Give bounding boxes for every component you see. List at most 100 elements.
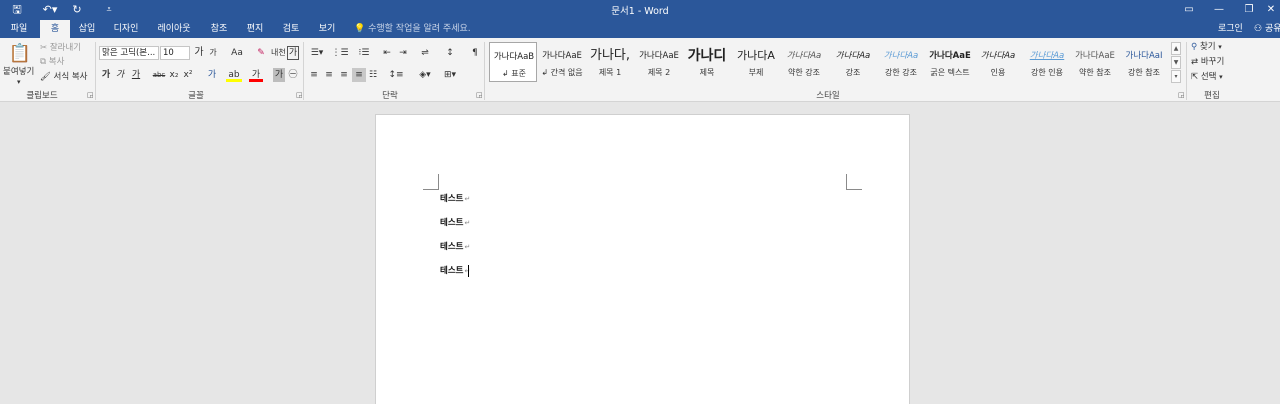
paragraph[interactable]: 테스트↵	[440, 240, 470, 252]
paragraph[interactable]: 테스트↵	[440, 264, 470, 276]
font-size-combo[interactable]: 10	[160, 46, 190, 60]
style-heading-2[interactable]: 가나다AaE 제목 2	[635, 42, 683, 82]
shading-icon[interactable]: ◈▾	[415, 68, 435, 82]
gallery-scroll-down-icon[interactable]: ▼	[1171, 56, 1181, 69]
show-formatting-marks-icon[interactable]: ¶	[469, 46, 481, 60]
enclose-characters-button[interactable]: ㊀	[287, 68, 299, 82]
align-right-icon[interactable]: ≡	[338, 68, 350, 82]
sort-icon[interactable]: ↕	[444, 46, 456, 60]
style-subtle-reference[interactable]: 가나다AaE 약한 참조	[1071, 42, 1119, 82]
phonetic-guide-button[interactable]: 내천	[271, 46, 286, 60]
increase-indent-icon[interactable]: ⇥	[397, 46, 409, 60]
style-subtle-emphasis[interactable]: 가나다Aa 약한 강조	[780, 42, 828, 82]
restore-icon[interactable]: ❐	[1234, 0, 1264, 20]
style-normal[interactable]: 가나다AaB ↲ 표준	[489, 42, 537, 82]
distribute-icon[interactable]: ☷	[367, 68, 379, 82]
tab-insert[interactable]: 삽입	[72, 20, 102, 38]
tab-design[interactable]: 디자인	[108, 20, 144, 38]
share-button[interactable]: ⚇ 공유	[1254, 20, 1280, 38]
multilevel-list-icon[interactable]: ⁝☰	[354, 46, 374, 60]
tell-me-search[interactable]: 💡 수행할 작업을 알려 주세요.	[354, 20, 471, 38]
minimize-icon[interactable]: —	[1204, 0, 1234, 20]
tab-file[interactable]: 파일	[2, 20, 36, 38]
paste-dropdown-icon[interactable]: ▾	[17, 76, 21, 88]
tab-layout[interactable]: 레이아웃	[152, 20, 196, 38]
style-emphasis[interactable]: 가나다Aa 강조	[829, 42, 877, 82]
font-launcher-icon[interactable]: ◲	[296, 91, 303, 99]
scissors-icon: ✂	[40, 43, 48, 53]
subscript-button[interactable]: x₂	[168, 68, 180, 82]
style-preview: 가나다A	[737, 49, 775, 62]
undo-icon[interactable]: ↶▾	[38, 2, 62, 18]
cut-button[interactable]: ✂ 잘라내기	[40, 42, 81, 54]
find-button[interactable]: ⚲ 찾기 ▾	[1191, 41, 1222, 53]
tab-home[interactable]: 홈	[40, 20, 70, 38]
shrink-font-button[interactable]: 가	[207, 46, 219, 60]
select-label: 선택	[1200, 72, 1217, 82]
style-preview: 가나다AaE	[1075, 51, 1115, 61]
bold-button[interactable]: 가	[100, 68, 112, 82]
replace-button[interactable]: ⇄ 바꾸기	[1191, 56, 1224, 68]
text-effects-button[interactable]: 가	[204, 68, 220, 82]
character-border-button[interactable]: 가	[287, 46, 299, 60]
redo-icon[interactable]: ↻	[68, 2, 86, 18]
document-page[interactable]: 테스트↵ 테스트↵ 테스트↵ 테스트↵	[375, 114, 910, 404]
ribbon-display-options-icon[interactable]: ▭	[1174, 0, 1204, 20]
numbering-icon[interactable]: ⋮☰	[331, 46, 349, 60]
character-shading-button[interactable]: 가	[273, 68, 285, 82]
login-link[interactable]: 로그인	[1218, 20, 1243, 38]
change-case-button[interactable]: Aa	[227, 46, 247, 60]
tab-mailings[interactable]: 편지	[240, 20, 270, 38]
style-title[interactable]: 가나디 제목	[683, 42, 731, 82]
underline-button[interactable]: 가	[128, 68, 144, 82]
align-center-icon[interactable]: ≡	[323, 68, 335, 82]
style-intense-emphasis[interactable]: 가나다Aa 강한 강조	[877, 42, 925, 82]
justify-icon[interactable]: ≡	[352, 68, 366, 82]
decrease-indent-icon[interactable]: ⇤	[381, 46, 393, 60]
tab-references[interactable]: 참조	[204, 20, 234, 38]
customize-qat-icon[interactable]: ⩡	[100, 2, 118, 18]
styles-launcher-icon[interactable]: ◲	[1178, 91, 1185, 99]
select-button[interactable]: ⇱ 선택 ▾	[1191, 71, 1223, 83]
copy-button[interactable]: ⧉ 복사	[40, 56, 64, 68]
style-name: 제목 2	[647, 68, 671, 77]
paste-icon[interactable]: 📋	[6, 42, 34, 66]
paragraph-launcher-icon[interactable]: ◲	[476, 91, 483, 99]
highlight-button[interactable]: ab	[226, 68, 242, 82]
borders-icon[interactable]: ⊞▾	[440, 68, 460, 82]
format-painter-button[interactable]: 🖌 서식 복사	[40, 71, 87, 83]
paragraph[interactable]: 테스트↵	[440, 192, 470, 204]
style-intense-quote[interactable]: 가나다Aa 강한 인용	[1023, 42, 1071, 82]
gallery-scroll-up-icon[interactable]: ▲	[1171, 42, 1181, 55]
bullets-icon[interactable]: ☰▾	[308, 46, 326, 60]
style-heading-1[interactable]: 가나다, 제목 1	[586, 42, 634, 82]
style-intense-reference[interactable]: 가나다AaI 강한 참조	[1120, 42, 1168, 82]
style-subtitle[interactable]: 가나다A 부제	[732, 42, 780, 82]
style-preview: 가나다AaE	[639, 51, 679, 61]
tab-review[interactable]: 검토	[276, 20, 306, 38]
clear-formatting-icon[interactable]: ✎	[254, 46, 268, 60]
gallery-more-icon[interactable]: ▾	[1171, 70, 1181, 83]
line-spacing-icon[interactable]: ↕≡	[386, 68, 406, 82]
italic-button[interactable]: 가	[114, 68, 126, 82]
paragraph[interactable]: 테스트↵	[440, 216, 470, 228]
style-quote[interactable]: 가나다Aa 인용	[974, 42, 1022, 82]
clipboard-launcher-icon[interactable]: ◲	[87, 91, 94, 99]
superscript-button[interactable]: x²	[182, 68, 194, 82]
align-left-icon[interactable]: ≡	[308, 68, 320, 82]
asian-layout-icon[interactable]: ⇌	[416, 46, 434, 60]
group-divider	[484, 42, 485, 100]
style-strong[interactable]: 가나다AaE 굵은 텍스트	[926, 42, 974, 82]
grow-font-button[interactable]: 가	[193, 46, 205, 60]
document-area[interactable]: 테스트↵ 테스트↵ 테스트↵ 테스트↵	[0, 103, 1280, 404]
font-color-button[interactable]: 가	[249, 68, 263, 82]
style-name: 제목	[699, 68, 715, 77]
font-name-combo[interactable]: 맑은 고딕(본...	[99, 46, 159, 60]
style-no-spacing[interactable]: 가나다AaE ↲ 간격 없음	[538, 42, 586, 82]
group-divider	[303, 42, 304, 100]
tab-view[interactable]: 보기	[312, 20, 342, 38]
copy-icon: ⧉	[40, 57, 47, 67]
close-icon[interactable]: ✕	[1262, 0, 1280, 20]
strikethrough-button[interactable]: abc	[152, 68, 166, 82]
save-icon[interactable]: 🖫	[8, 2, 26, 18]
